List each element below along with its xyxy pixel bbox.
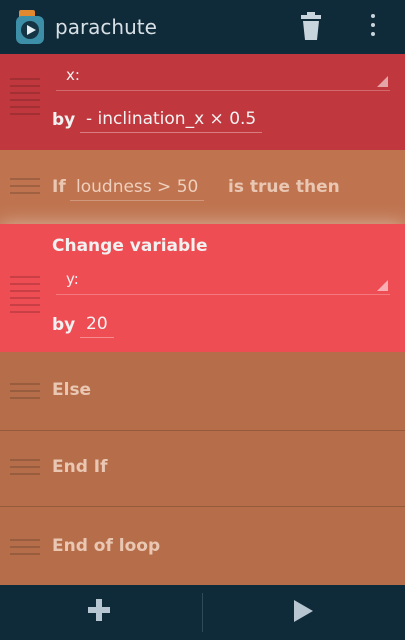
brick-else[interactable]: Else [0, 352, 405, 430]
end-loop-label: End of loop [52, 536, 161, 556]
app-bar: parachute [0, 0, 405, 54]
condition-field[interactable]: loudness > 50 [70, 177, 205, 201]
variable-value: y: [66, 270, 79, 288]
plus-icon[interactable] [88, 599, 110, 621]
drag-handle-icon[interactable] [10, 276, 40, 318]
pocket-code-icon[interactable] [16, 10, 46, 44]
formula-field[interactable]: - inclination_x × 0.5 [80, 109, 263, 133]
brick-change-x[interactable]: x: by - inclination_x × 0.5 [0, 54, 405, 150]
spinner-arrow-icon [377, 280, 388, 291]
drag-handle-icon[interactable] [10, 78, 40, 120]
play-icon[interactable] [294, 600, 313, 622]
overflow-menu-icon[interactable] [369, 14, 377, 40]
page-title: parachute [55, 15, 157, 39]
drag-handle-icon[interactable] [10, 178, 40, 199]
trash-icon[interactable] [300, 12, 322, 40]
divider [202, 593, 203, 632]
variable-value: x: [66, 66, 80, 84]
end-if-label: End If [52, 457, 108, 477]
brick-if[interactable]: If loudness > 50 is true then [0, 150, 405, 224]
by-label: by [52, 110, 76, 130]
if-label: If [52, 177, 66, 197]
bottom-bar [0, 585, 405, 640]
brick-end-if[interactable]: End If [0, 430, 405, 506]
brick-title: Change variable [52, 236, 208, 256]
drag-handle-icon[interactable] [10, 459, 40, 480]
else-label: Else [52, 380, 92, 400]
spinner-arrow-icon [377, 76, 388, 87]
variable-spinner[interactable]: y: [56, 270, 390, 295]
drag-handle-icon[interactable] [10, 383, 40, 404]
variable-spinner[interactable]: x: [56, 66, 390, 91]
then-label: is true then [228, 177, 340, 197]
by-label: by [52, 315, 76, 335]
value-field[interactable]: 20 [80, 314, 114, 338]
drag-handle-icon[interactable] [10, 539, 40, 560]
brick-end-loop[interactable]: End of loop [0, 506, 405, 585]
brick-change-variable[interactable]: Change variable y: by 20 [0, 224, 405, 352]
